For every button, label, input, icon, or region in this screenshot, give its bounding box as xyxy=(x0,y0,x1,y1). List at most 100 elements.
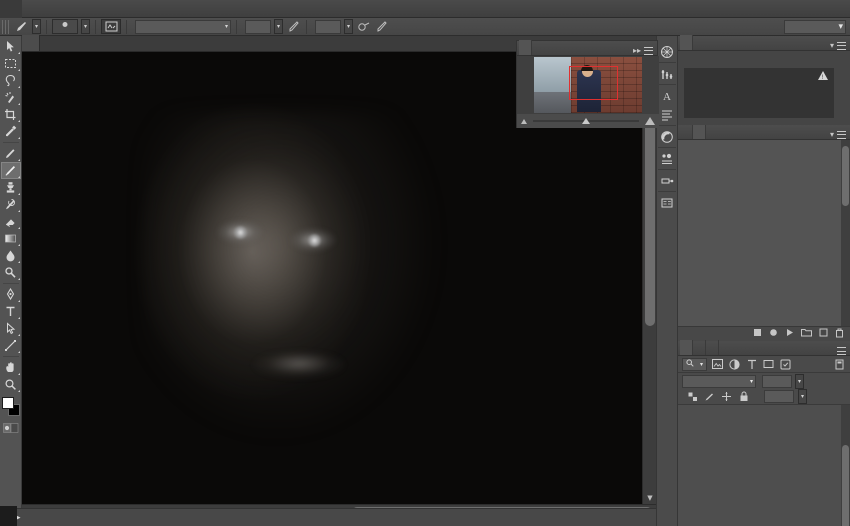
workspace-switcher[interactable]: ▾ xyxy=(784,20,846,34)
navigator-panel-controls[interactable]: ▸▸ xyxy=(633,46,657,55)
actions-list[interactable] xyxy=(678,140,850,326)
layer-opacity-input[interactable] xyxy=(762,375,792,388)
pixel-filter-icon[interactable] xyxy=(711,358,724,371)
layers-panel-controls[interactable] xyxy=(837,347,850,355)
new-folder-icon[interactable] xyxy=(801,328,812,340)
flow-input[interactable] xyxy=(315,20,341,34)
actions-scroll-thumb[interactable] xyxy=(842,146,849,206)
pressure-opacity-toggle-icon[interactable] xyxy=(286,19,301,34)
layer-fill-dropdown[interactable]: ▾ xyxy=(798,389,807,404)
lock-image-icon[interactable] xyxy=(703,390,716,403)
new-action-icon[interactable] xyxy=(819,328,828,340)
character-icon[interactable]: A xyxy=(657,86,677,105)
tool-quick-select[interactable] xyxy=(1,89,21,106)
color-wheel-icon[interactable] xyxy=(657,42,677,61)
lock-transparent-icon[interactable] xyxy=(686,390,699,403)
navigator-zoom-slider[interactable] xyxy=(533,116,639,126)
tool-healing-brush[interactable] xyxy=(1,145,21,162)
actions-scrollbar[interactable] xyxy=(841,140,850,326)
tool-eyedropper[interactable] xyxy=(1,123,21,140)
play-icon[interactable] xyxy=(785,328,794,340)
opacity-input[interactable] xyxy=(245,20,271,34)
collapse-icon[interactable]: ▸▸ xyxy=(633,46,641,55)
scroll-down-icon[interactable]: ▼ xyxy=(643,492,657,504)
tab-histogram[interactable] xyxy=(680,35,693,50)
navigator-preview[interactable] xyxy=(517,56,659,114)
tool-preset-dropdown[interactable]: ▾ xyxy=(32,19,41,34)
clone-source-icon[interactable] xyxy=(657,171,677,190)
brush-preset-icon[interactable] xyxy=(657,149,677,168)
tool-move[interactable] xyxy=(1,38,21,55)
layer-opacity-dropdown[interactable]: ▾ xyxy=(795,374,804,389)
lock-position-icon[interactable] xyxy=(720,390,733,403)
tool-zoom[interactable] xyxy=(1,376,21,393)
chevron-down-icon[interactable]: ▾ xyxy=(830,130,834,139)
foreground-color-swatch[interactable] xyxy=(2,397,14,409)
tab-navigator[interactable] xyxy=(519,40,532,55)
layers-scrollbar[interactable] xyxy=(841,405,850,526)
slider-handle[interactable] xyxy=(582,118,590,124)
tool-brush[interactable] xyxy=(1,162,21,179)
tool-type[interactable] xyxy=(1,303,21,320)
info-icon[interactable] xyxy=(657,193,677,212)
opacity-dropdown[interactable]: ▾ xyxy=(274,19,283,34)
chevron-down-icon[interactable]: ▾ xyxy=(830,41,834,50)
panel-menu-icon[interactable] xyxy=(644,47,653,55)
brush-tool-indicator-icon[interactable] xyxy=(14,19,29,34)
airbrush-toggle-icon[interactable] xyxy=(356,19,371,34)
tool-shape[interactable] xyxy=(1,337,21,354)
shape-filter-icon[interactable] xyxy=(762,358,775,371)
tool-dodge[interactable] xyxy=(1,264,21,281)
layers-list[interactable] xyxy=(678,405,850,526)
adjustment-filter-icon[interactable] xyxy=(728,358,741,371)
record-icon[interactable] xyxy=(769,328,778,340)
document-tab[interactable] xyxy=(22,35,40,51)
brush-panel-toggle-button[interactable] xyxy=(101,19,121,34)
zoom-in-icon[interactable] xyxy=(645,117,655,125)
quick-mask-toggle[interactable] xyxy=(2,422,20,434)
layer-fill-input[interactable] xyxy=(764,390,794,403)
color-swatches[interactable] xyxy=(1,396,21,418)
tool-clone-stamp[interactable] xyxy=(1,179,21,196)
lock-all-icon[interactable] xyxy=(737,390,750,403)
tab-history[interactable] xyxy=(680,124,693,139)
pressure-size-toggle-icon[interactable] xyxy=(374,19,389,34)
adjustments-icon[interactable] xyxy=(657,64,677,83)
brush-preset-dropdown[interactable]: ▾ xyxy=(81,19,90,34)
brush-preset-picker[interactable] xyxy=(52,19,78,34)
tool-hand[interactable] xyxy=(1,359,21,376)
layers-scroll-thumb[interactable] xyxy=(842,445,849,526)
tool-path-selection[interactable] xyxy=(1,320,21,337)
navigator-view-box[interactable] xyxy=(569,66,619,100)
flow-dropdown[interactable]: ▾ xyxy=(344,19,353,34)
tool-crop[interactable] xyxy=(1,106,21,123)
blend-mode-select[interactable]: ▾ xyxy=(135,20,231,34)
tab-channels[interactable] xyxy=(693,340,706,355)
actions-panel-controls[interactable]: ▾ xyxy=(830,130,850,139)
tab-layers[interactable] xyxy=(680,340,693,355)
paragraph-icon[interactable] xyxy=(657,105,677,124)
histogram-cache-warning-icon[interactable] xyxy=(818,71,828,80)
delete-icon[interactable] xyxy=(835,328,844,341)
panel-menu-icon[interactable] xyxy=(837,347,846,355)
type-filter-icon[interactable] xyxy=(745,358,758,371)
styles-icon[interactable] xyxy=(657,127,677,146)
stop-icon[interactable] xyxy=(753,328,762,340)
tool-gradient[interactable] xyxy=(1,230,21,247)
layer-blend-mode-select[interactable]: ▾ xyxy=(682,375,756,388)
tool-eraser[interactable] xyxy=(1,213,21,230)
layer-filter-toggle-icon[interactable] xyxy=(833,358,846,371)
tool-marquee[interactable] xyxy=(1,55,21,72)
layer-filter-type-select[interactable]: ▾ xyxy=(682,358,707,371)
tool-pen[interactable] xyxy=(1,286,21,303)
panel-menu-icon[interactable] xyxy=(837,131,846,139)
tool-blur[interactable] xyxy=(1,247,21,264)
smart-object-filter-icon[interactable] xyxy=(779,358,792,371)
tab-actions[interactable] xyxy=(693,124,706,139)
histogram-panel-controls[interactable]: ▾ xyxy=(830,41,850,50)
tab-paths[interactable] xyxy=(706,340,719,355)
options-bar-grip[interactable] xyxy=(2,20,9,34)
panel-menu-icon[interactable] xyxy=(837,42,846,50)
tool-lasso[interactable] xyxy=(1,72,21,89)
zoom-out-icon[interactable] xyxy=(521,119,527,124)
